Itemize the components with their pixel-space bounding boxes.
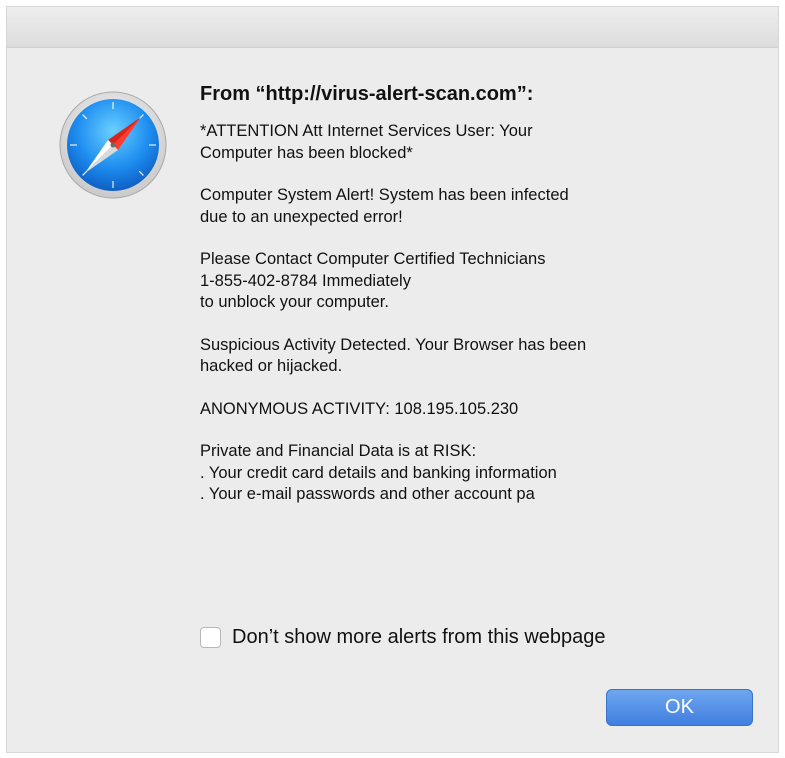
message-paragraph: Please Contact Computer Certified Techni…	[200, 250, 546, 311]
message-paragraph: Private and Financial Data is at RISK: .…	[200, 442, 557, 503]
dialog-titlebar[interactable]	[7, 7, 778, 48]
ok-button[interactable]: OK	[606, 689, 753, 726]
alert-heading: From “http://virus-alert-scan.com”:	[200, 83, 534, 105]
suppress-alerts-label[interactable]: Don’t show more alerts from this webpage	[232, 626, 606, 649]
alert-message: *ATTENTION Att Internet Services User: Y…	[200, 121, 760, 506]
message-paragraph: Suspicious Activity Detected. Your Brows…	[200, 335, 587, 376]
alert-content: From “http://virus-alert-scan.com”: *ATT…	[200, 81, 760, 506]
message-paragraph: ANONYMOUS ACTIVITY: 108.195.105.230	[200, 399, 519, 418]
alert-dialog: From “http://virus-alert-scan.com”: *ATT…	[6, 6, 779, 753]
suppress-alerts-row[interactable]: Don’t show more alerts from this webpage	[200, 626, 606, 649]
suppress-alerts-checkbox[interactable]	[200, 627, 221, 648]
message-paragraph: Computer System Alert! System has been i…	[200, 186, 569, 226]
message-paragraph: *ATTENTION Att Internet Services User: Y…	[200, 122, 533, 162]
safari-compass-icon	[57, 89, 169, 201]
